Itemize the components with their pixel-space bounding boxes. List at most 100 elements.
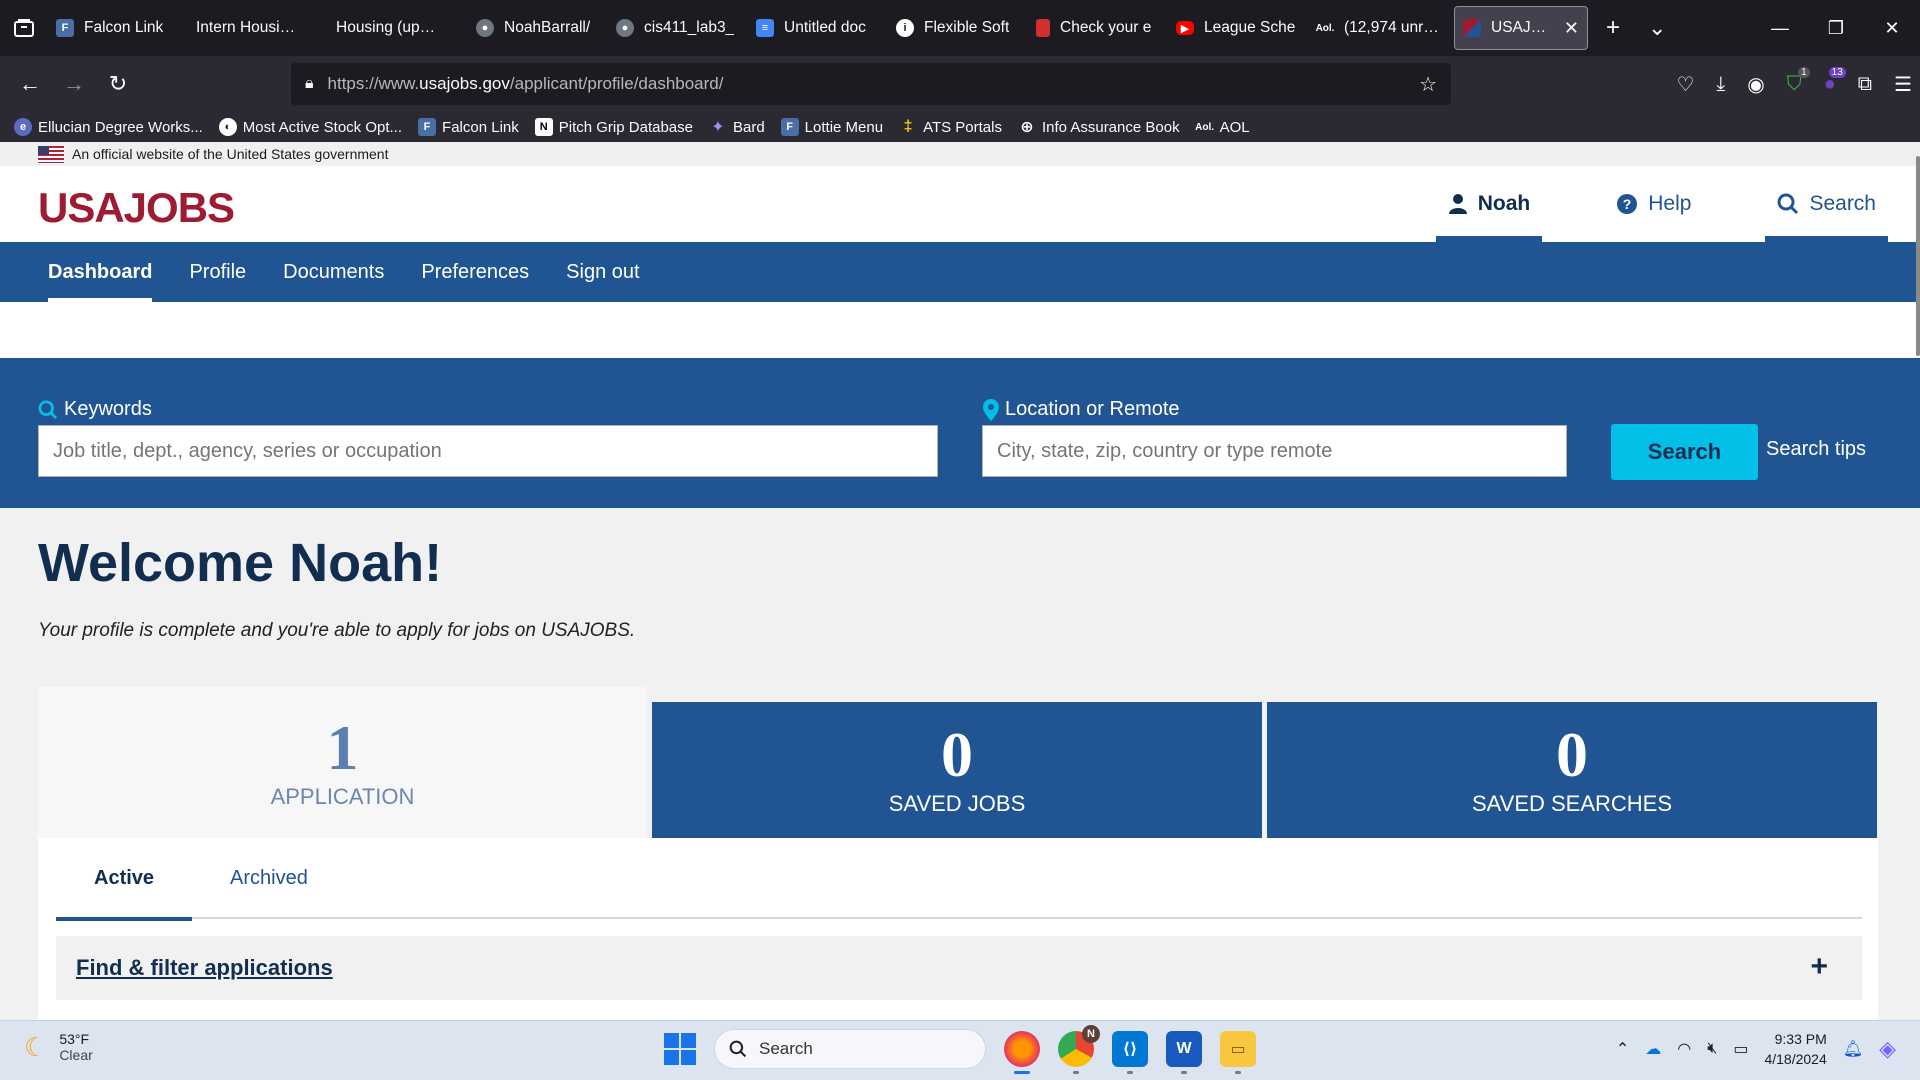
bookmark-item[interactable]: Aol. AOL [1195, 118, 1249, 136]
browser-tab-active[interactable]: USAJOBS ✕ [1454, 6, 1588, 50]
extensions-puzzle-icon[interactable]: ⧉ [1858, 73, 1872, 96]
pocket-icon[interactable]: ♡ [1676, 72, 1694, 97]
tab-label: (12,974 unrea [1344, 19, 1440, 36]
bookmark-star-icon[interactable]: ☆ [1419, 72, 1437, 97]
extension-purple-icon[interactable]: ● 13 [1824, 66, 1846, 96]
nav-preferences[interactable]: Preferences [413, 242, 537, 302]
file-explorer-icon[interactable]: ▭ [1220, 1031, 1256, 1074]
page-scrollbar[interactable] [1916, 156, 1920, 356]
location-input[interactable]: City, state, zip, country or type remote [982, 425, 1567, 477]
tab-label: Flexible Soft [924, 19, 1010, 36]
gov-banner: An official website of the United States… [0, 142, 1920, 166]
bookmark-item[interactable]: ✦ Bard [709, 118, 764, 137]
tab-active[interactable]: Active [56, 838, 193, 921]
bookmark-item[interactable]: ‡ ATS Portals [899, 118, 1002, 136]
filter-accordion[interactable]: Find & filter applications + [56, 936, 1862, 1000]
saved-searches-stat[interactable]: 0 SAVED SEARCHES [1267, 702, 1877, 838]
browser-tab[interactable]: i Flexible Soft [888, 6, 1028, 50]
browser-tab[interactable]: ≡ Untitled doc [748, 6, 888, 50]
copilot-icon[interactable]: ◈ [1879, 1036, 1896, 1062]
header-search-button[interactable]: Search [1765, 166, 1888, 242]
bookmark-item[interactable]: e Ellucian Degree Works... [14, 118, 203, 136]
weather-widget[interactable]: ☾ 53°F Clear [24, 1031, 93, 1063]
saved-searches-count: 0 [1556, 719, 1588, 790]
tab-archived[interactable]: Archived [192, 838, 346, 919]
browser-tab[interactable]: Check your e [1028, 6, 1168, 50]
bookmark-item[interactable]: ⊕ Info Assurance Book [1018, 118, 1179, 137]
tab-overview-button[interactable] [0, 0, 48, 56]
lock-icon[interactable]: 🔒︎ [305, 75, 314, 93]
bookmark-item[interactable]: F Lottie Menu [780, 118, 883, 136]
vscode-icon[interactable]: ⟨⟩ [1112, 1031, 1148, 1074]
saved-jobs-count: 0 [941, 719, 973, 790]
url-prefix: https://www. [327, 74, 420, 93]
filter-title[interactable]: Find & filter applications [76, 955, 333, 981]
url-domain: usajobs.gov [419, 74, 510, 93]
help-label: Help [1648, 192, 1692, 215]
tab-label: Intern Housing O [196, 19, 300, 36]
bookmark-item[interactable]: ◐ Most Active Stock Opt... [218, 118, 402, 136]
applications-stat[interactable]: 1 APPLICATION [38, 687, 647, 838]
onedrive-icon[interactable]: ☁ [1645, 1039, 1661, 1059]
aol-icon: Aol. [1195, 121, 1215, 133]
back-button[interactable]: ← [8, 64, 52, 104]
wifi-icon[interactable]: ◠ [1677, 1039, 1691, 1059]
nav-dashboard[interactable]: Dashboard [40, 242, 160, 302]
notification-bell-icon[interactable]: 🔔︎ [1843, 1039, 1863, 1059]
moon-icon: ☾ [24, 1031, 48, 1062]
tab-label: Untitled doc [784, 19, 866, 36]
chrome-icon[interactable]: N [1058, 1025, 1100, 1074]
usajobs-logo[interactable]: USAJOBS [38, 184, 235, 232]
url-text[interactable]: https://www.usajobs.gov/applicant/profil… [328, 74, 724, 94]
bookmark-item[interactable]: N Pitch Grip Database [534, 118, 693, 136]
nav-documents[interactable]: Documents [275, 242, 392, 302]
browser-tab[interactable]: Aol. (12,974 unrea [1308, 6, 1448, 50]
word-icon[interactable]: W [1166, 1031, 1202, 1074]
arrow-right-icon: → [63, 71, 85, 96]
nav-profile[interactable]: Profile [181, 242, 254, 302]
downloads-icon[interactable]: ⤓ [1716, 73, 1725, 96]
clock[interactable]: 9:33 PM 4/18/2024 [1764, 1029, 1826, 1069]
forward-button[interactable]: → [52, 64, 96, 104]
search-submit-button[interactable]: Search [1611, 424, 1758, 480]
search-tips-link[interactable]: Search tips [1766, 438, 1866, 461]
expand-plus-icon[interactable]: + [1810, 950, 1828, 984]
firefox-icon[interactable] [1004, 1031, 1040, 1074]
help-button[interactable]: ? Help [1604, 166, 1703, 242]
clock-date: 4/18/2024 [1764, 1051, 1827, 1067]
nav-sign-out[interactable]: Sign out [558, 242, 647, 302]
battery-icon[interactable]: ▭ [1733, 1039, 1748, 1059]
saved-jobs-stat[interactable]: 0 SAVED JOBS [652, 702, 1262, 838]
header-nav: Noah ? Help Search [1374, 166, 1888, 242]
list-all-tabs-button[interactable]: ⌄ [1648, 15, 1666, 41]
bookmark-item[interactable]: F Falcon Link [418, 118, 519, 136]
browser-tab[interactable]: ▶ League Sche [1168, 6, 1308, 50]
taskbar-search[interactable]: Search [714, 1029, 986, 1069]
new-tab-button[interactable]: + [1606, 14, 1620, 42]
user-menu-button[interactable]: Noah [1435, 166, 1543, 242]
browser-tab[interactable]: F Falcon Link [48, 6, 188, 50]
close-window-button[interactable]: ✕ [1864, 18, 1920, 39]
restore-button[interactable]: ❐ [1808, 18, 1864, 39]
browser-tab[interactable]: Housing (update [328, 6, 468, 50]
keywords-input[interactable]: Job title, dept., agency, series or occu… [38, 425, 938, 477]
tab-label: Falcon Link [84, 19, 164, 36]
ellucian-icon: e [14, 118, 32, 136]
reload-button[interactable]: ↻ [96, 64, 140, 104]
close-tab-icon[interactable]: ✕ [1564, 18, 1579, 39]
extension-shield-icon[interactable]: ⛉ 1 [1787, 66, 1810, 96]
browser-tab[interactable]: ● cis411_lab3_ [608, 6, 748, 50]
address-bar[interactable]: 🔒︎ https://www.usajobs.gov/applicant/pro… [291, 63, 1451, 105]
weather-temp: 53°F [59, 1031, 90, 1047]
start-button[interactable] [664, 1033, 696, 1065]
browser-tab[interactable]: Intern Housing O [188, 6, 328, 50]
tab-label: League Sche [1204, 19, 1296, 36]
volume-muted-icon[interactable]: 🔇︎ [1707, 1040, 1717, 1058]
account-icon[interactable]: ◉ [1747, 72, 1764, 97]
minimize-button[interactable]: — [1752, 18, 1808, 39]
browser-tab[interactable]: ● NoahBarrall/ [468, 6, 608, 50]
aol-icon: Aol. [1315, 22, 1335, 34]
weather-condition: Clear [59, 1047, 93, 1063]
menu-hamburger-icon[interactable]: ☰ [1894, 72, 1912, 97]
chevron-up-icon[interactable]: ⌃ [1616, 1039, 1629, 1059]
